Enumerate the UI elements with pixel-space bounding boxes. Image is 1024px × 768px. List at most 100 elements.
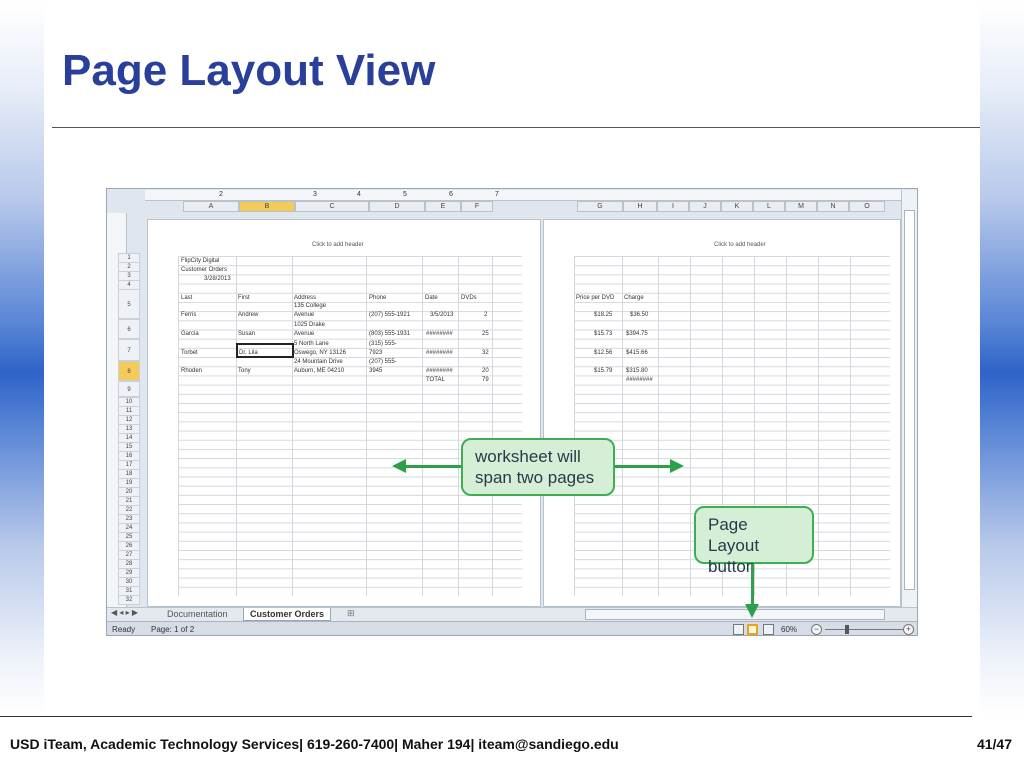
- tab-documentation[interactable]: Documentation: [161, 608, 234, 621]
- column-header-m[interactable]: M: [785, 201, 817, 212]
- header-last[interactable]: Last: [181, 294, 192, 302]
- cell[interactable]: 25: [482, 330, 489, 338]
- column-header-g[interactable]: G: [577, 201, 623, 212]
- cell[interactable]: Andrew: [238, 311, 258, 319]
- cell-grid[interactable]: [178, 256, 522, 596]
- right-gradient-band: [980, 0, 1024, 716]
- column-header-e[interactable]: E: [425, 201, 461, 212]
- header-date[interactable]: Date: [425, 294, 438, 302]
- cell[interactable]: $15.73: [594, 330, 612, 338]
- cell[interactable]: $415.66: [626, 349, 648, 357]
- column-header-j[interactable]: J: [689, 201, 721, 212]
- header-placeholder[interactable]: Click to add header: [312, 242, 364, 248]
- zoom-level: 60%: [781, 625, 798, 634]
- row-headers: 1 2 3 4 5 6 7 8 9 10 11 12 13 14 15 16 1…: [118, 253, 142, 605]
- row-header[interactable]: 5: [118, 289, 140, 319]
- worksheet-page-1[interactable]: Click to add header FlipCity Digital Cus…: [147, 219, 541, 607]
- row-header[interactable]: 6: [118, 319, 140, 339]
- cell[interactable]: Oswego, NY 13126: [294, 349, 346, 357]
- cell[interactable]: 135 College: [294, 302, 326, 310]
- cell-company[interactable]: FlipCity Digital: [181, 257, 219, 265]
- arrow-down-shaft: [751, 564, 754, 608]
- column-header-c[interactable]: C: [295, 201, 369, 212]
- cell[interactable]: 3/5/2013: [430, 311, 453, 319]
- row-header[interactable]: 7: [118, 339, 140, 361]
- cell[interactable]: Avenue: [294, 330, 314, 338]
- cell[interactable]: 5 North Lane: [294, 340, 329, 348]
- cell[interactable]: Avenue: [294, 311, 314, 319]
- header-placeholder[interactable]: Click to add header: [714, 242, 766, 248]
- page-layout-view-button[interactable]: [747, 624, 758, 635]
- cell[interactable]: Rhoden: [181, 367, 202, 375]
- row-header[interactable]: 9: [118, 381, 140, 397]
- column-header-a[interactable]: A: [183, 201, 239, 212]
- column-header-b[interactable]: B: [239, 201, 295, 212]
- column-header-d[interactable]: D: [369, 201, 425, 212]
- cell[interactable]: $15.79: [594, 367, 612, 375]
- cell[interactable]: Ferris: [181, 311, 196, 319]
- cell[interactable]: (207) 555-1921: [369, 311, 410, 319]
- row-header-selected[interactable]: 8: [118, 361, 140, 381]
- horizontal-ruler: 2 3 4 5 6 7: [145, 190, 903, 201]
- arrow-left-head: [392, 459, 406, 473]
- column-header-o[interactable]: O: [849, 201, 885, 212]
- insert-sheet-icon[interactable]: ⊞: [347, 608, 355, 619]
- cell-report-title[interactable]: Customer Orders: [181, 266, 227, 274]
- tab-customer-orders[interactable]: Customer Orders: [243, 608, 332, 621]
- sheet-tabs-bar: ◀ ◂ ▸ ▶ Documentation Customer Orders ⊞: [107, 607, 917, 621]
- cell[interactable]: Auburn, ME 04210: [294, 367, 344, 375]
- vertical-scrollbar[interactable]: [901, 190, 917, 608]
- cell[interactable]: $315.80: [626, 367, 648, 375]
- column-header-f[interactable]: F: [461, 201, 493, 212]
- row-header[interactable]: 32: [118, 595, 140, 605]
- page-break-preview-button[interactable]: [763, 624, 774, 635]
- cell[interactable]: 3945: [369, 367, 382, 375]
- cell[interactable]: ########: [426, 367, 453, 375]
- cell[interactable]: Torbet: [181, 349, 198, 357]
- header-price[interactable]: Price per DVD: [576, 294, 614, 302]
- column-header-h[interactable]: H: [623, 201, 657, 212]
- horizontal-scrollbar[interactable]: [585, 609, 885, 620]
- cell[interactable]: $12.56: [594, 349, 612, 357]
- zoom-out-icon[interactable]: −: [811, 624, 822, 635]
- scroll-thumb[interactable]: [904, 210, 915, 590]
- cell-total-label[interactable]: TOTAL: [426, 376, 445, 384]
- zoom-slider-handle[interactable]: [845, 625, 849, 634]
- cell[interactable]: (803) 555-1931: [369, 330, 410, 338]
- cell[interactable]: 20: [482, 367, 489, 375]
- cell-active[interactable]: Dr. Lila: [239, 349, 258, 357]
- cell[interactable]: 1025 Drake: [294, 321, 325, 329]
- cell[interactable]: Tony: [238, 367, 251, 375]
- column-header-k[interactable]: K: [721, 201, 753, 212]
- zoom-slider[interactable]: [825, 629, 905, 630]
- column-header-n[interactable]: N: [817, 201, 849, 212]
- cell[interactable]: Garcia: [181, 330, 199, 338]
- cell[interactable]: Susan: [238, 330, 255, 338]
- column-header-l[interactable]: L: [753, 201, 785, 212]
- header-charge[interactable]: Charge: [624, 294, 644, 302]
- zoom-in-icon[interactable]: +: [903, 624, 914, 635]
- header-dvds[interactable]: DVDs: [461, 294, 477, 302]
- cell[interactable]: $36.50: [630, 311, 648, 319]
- cell-total-value[interactable]: 79: [482, 376, 489, 384]
- cell[interactable]: 32: [482, 349, 489, 357]
- header-phone[interactable]: Phone: [369, 294, 386, 302]
- cell[interactable]: $18.25: [594, 311, 612, 319]
- cell[interactable]: ########: [626, 376, 653, 384]
- cell[interactable]: 24 Mountain Drive: [294, 358, 343, 366]
- cell[interactable]: 2: [484, 311, 487, 319]
- cell[interactable]: (207) 555-: [369, 358, 397, 366]
- footer-divider: [0, 716, 972, 717]
- cell[interactable]: ########: [426, 330, 453, 338]
- cell[interactable]: (315) 555-: [369, 340, 397, 348]
- header-first[interactable]: First: [238, 294, 250, 302]
- slide-page-number: 41/47: [976, 736, 1012, 752]
- header-address[interactable]: Address: [294, 294, 316, 302]
- column-header-i[interactable]: I: [657, 201, 689, 212]
- cell[interactable]: ########: [426, 349, 453, 357]
- cell[interactable]: 7923: [369, 349, 382, 357]
- tab-scroll-arrows[interactable]: ◀ ◂ ▸ ▶: [111, 608, 138, 617]
- cell[interactable]: $394.75: [626, 330, 648, 338]
- cell-report-date[interactable]: 3/28/2013: [204, 275, 231, 283]
- normal-view-button[interactable]: [733, 624, 744, 635]
